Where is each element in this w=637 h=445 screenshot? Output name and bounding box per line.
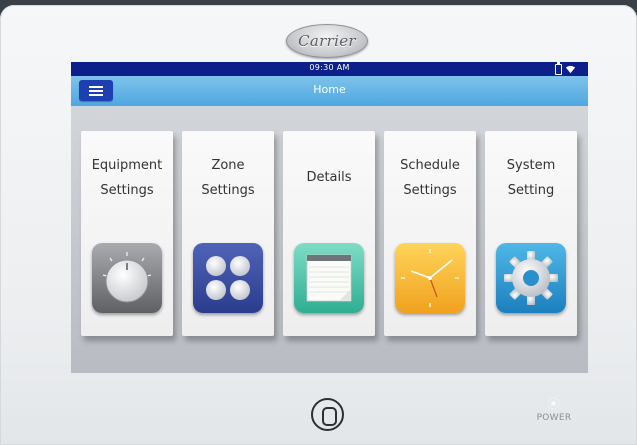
- wifi-icon: [565, 65, 576, 74]
- dial-knob-icon: [92, 243, 162, 313]
- tile-label-line2: Setting: [507, 183, 555, 198]
- tile-label-line1: Equipment: [91, 158, 163, 173]
- power-label: POWER: [536, 413, 572, 423]
- page-title: Home: [313, 83, 346, 96]
- battery-icon: [555, 62, 562, 75]
- home-button-icon[interactable]: [311, 398, 344, 431]
- title-bar: Home: [71, 76, 588, 106]
- status-bar: 09:30 AM: [71, 62, 588, 76]
- notepad-icon: [294, 243, 364, 313]
- tile-zone-settings[interactable]: Zone Settings: [182, 131, 274, 336]
- home-content: Equipment Settings Zone Settings Details…: [71, 106, 588, 373]
- tile-label-line1: Schedule: [400, 158, 460, 173]
- tile-label-line2: Settings: [201, 183, 255, 198]
- brand-logo: Carrier: [286, 24, 368, 58]
- thermostat-device: Carrier 09:30 AM Home Equipment Settings: [0, 5, 637, 445]
- clock-icon: [395, 243, 465, 313]
- touch-screen: 09:30 AM Home Equipment Settings Zone Se…: [71, 62, 588, 373]
- gear-icon: [496, 243, 566, 313]
- brand-logo-text: Carrier: [298, 32, 356, 50]
- tile-schedule-settings[interactable]: Schedule Settings: [384, 131, 476, 336]
- tile-label-line1: Zone: [211, 158, 245, 173]
- zones-grid-icon: [193, 243, 263, 313]
- tile-equipment-settings[interactable]: Equipment Settings: [81, 131, 173, 336]
- status-time: 09:30 AM: [309, 63, 350, 72]
- tile-label-line1: Details: [306, 170, 352, 185]
- tile-label-line1: System: [506, 158, 556, 173]
- tile-label-line2: Settings: [100, 183, 154, 198]
- power-led: [549, 399, 558, 408]
- tile-label-line2: Settings: [403, 183, 457, 198]
- tile-details[interactable]: Details: [283, 131, 375, 336]
- tile-system-setting[interactable]: System Setting: [485, 131, 577, 336]
